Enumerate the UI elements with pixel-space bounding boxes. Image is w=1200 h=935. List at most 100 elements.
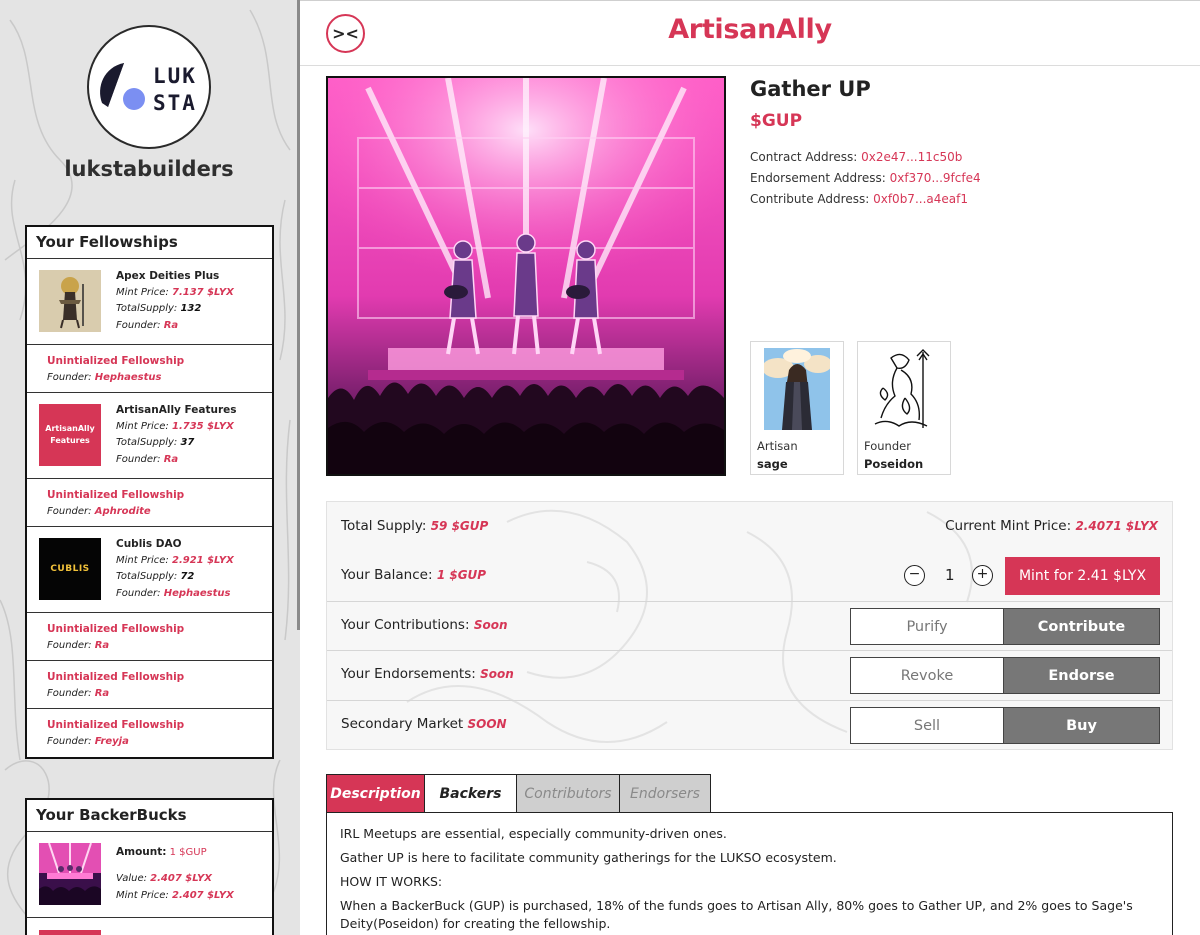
balance-value: 1 $GUP: [436, 568, 487, 582]
tab-endorsers[interactable]: Endorsers: [619, 774, 711, 813]
fellowship-card[interactable]: ArtisanAlly Features ArtisanAlly Feature…: [27, 393, 272, 479]
fellowship-title: Unintialized Fellowship: [47, 623, 185, 635]
fellowship-card-uninitialized[interactable]: Unintialized Fellowship Founder: Hephaes…: [27, 345, 272, 393]
buy-button[interactable]: Buy: [1004, 708, 1159, 743]
description-paragraph: HOW IT WORKS:: [340, 874, 443, 889]
contract-address-label: Contract Address:: [750, 150, 858, 164]
mint-quantity: 1: [945, 566, 955, 584]
total-supply-label: Total Supply:: [341, 518, 427, 534]
backerbuck-thumbnail: [39, 930, 101, 935]
token-stats-panel: Total Supply: 59 $GUP Current Mint Price…: [326, 501, 1173, 750]
value-value: 2.407 $LYX: [150, 873, 212, 884]
mint-price-label: Mint Price:: [116, 890, 169, 901]
row-divider: [327, 650, 1172, 651]
fellowships-panel: Your Fellowships Apex Deities Plus Mint …: [25, 225, 274, 759]
decrease-quantity-button[interactable]: −: [904, 565, 925, 586]
mint-price-value: 2.407 $LYX: [171, 890, 234, 901]
purify-button[interactable]: Purify: [851, 609, 1004, 644]
fellowship-info: Apex Deities Plus Mint Price: 7.137 $LYX…: [116, 268, 234, 334]
endorsement-address-link[interactable]: 0xf370...9fcfe4: [890, 171, 981, 185]
market-actions: Sell Buy: [850, 707, 1160, 744]
fellowship-title: Unintialized Fellowship: [47, 489, 185, 501]
backerbuck-card[interactable]: Amount: 1 $GUP Value: 2.407 $LYX Mint Pr…: [27, 832, 272, 918]
tab-backers[interactable]: Backers: [424, 774, 516, 813]
founder-label: Founder:: [47, 505, 92, 517]
mint-price-label: Mint Price:: [116, 554, 169, 566]
backerbuck-card[interactable]: [27, 918, 272, 935]
main-content: >< ArtisanAlly Gather UP $GUP Contract A…: [300, 0, 1200, 935]
balance-row: Your Balance: 1 $GUP: [341, 567, 486, 583]
endorsement-actions: Revoke Endorse: [850, 657, 1160, 694]
backerbucks-panel: Your BackerBucks Amount: 1 $GUP Value: 2…: [25, 798, 274, 935]
contribution-actions: Purify Contribute: [850, 608, 1160, 645]
supply-label: TotalSupply:: [116, 303, 178, 314]
sidebar: LUK STA lukstabuilders Your Fellowships …: [0, 0, 300, 935]
contribute-button[interactable]: Contribute: [1004, 609, 1159, 644]
fellowship-thumbnail: CUBLIS: [39, 538, 101, 600]
supply-value: 37: [180, 437, 195, 448]
endorsements-row: Your Endorsements: Soon: [341, 666, 514, 682]
fellowship-card-uninitialized[interactable]: Unintialized Fellowship Founder: Ra: [27, 613, 272, 661]
increase-quantity-button[interactable]: +: [972, 565, 993, 586]
token-artwork[interactable]: [326, 76, 726, 476]
founder-value: Aphrodite: [94, 505, 151, 517]
founder-label: Founder:: [47, 371, 92, 383]
founder-label: Founder:: [116, 453, 161, 465]
description-paragraph: When a BackerBuck (GUP) is purchased, 18…: [340, 898, 1133, 931]
detail-tabs: Description Backers Contributors Endorse…: [326, 774, 711, 813]
founder-value: Freyja: [94, 735, 129, 747]
fellowship-card-uninitialized[interactable]: Unintialized Fellowship Founder: Freyja: [27, 709, 272, 757]
row-divider: [327, 601, 1172, 602]
contract-address-link[interactable]: 0x2e47...11c50b: [861, 150, 962, 164]
token-name: Gather UP: [750, 77, 871, 101]
thumbnail-text: CUBLIS: [50, 564, 90, 574]
endorse-button[interactable]: Endorse: [1004, 658, 1159, 693]
endorsement-address-row: Endorsement Address: 0xf370...9fcfe4: [750, 171, 981, 185]
mint-price-value: 2.921 $LYX: [171, 554, 234, 566]
fellowship-card[interactable]: Apex Deities Plus Mint Price: 7.137 $LYX…: [27, 259, 272, 345]
fellowship-title: Unintialized Fellowship: [47, 719, 185, 731]
backerbuck-thumbnail: [39, 843, 101, 905]
org-name: lukstabuilders: [64, 157, 234, 181]
fellowship-card-uninitialized[interactable]: Unintialized Fellowship Founder: Ra: [27, 661, 272, 709]
endorsements-value: Soon: [480, 667, 514, 681]
founder-role: Founder: [864, 439, 911, 453]
fellowship-card-uninitialized[interactable]: Unintialized Fellowship Founder: Aphrodi…: [27, 479, 272, 527]
tab-contributors[interactable]: Contributors: [516, 774, 619, 813]
sell-button[interactable]: Sell: [851, 708, 1004, 743]
mint-price-value: 7.137 $LYX: [171, 286, 234, 298]
founder-label: Founder:: [116, 587, 161, 599]
artisan-name: sage: [757, 457, 788, 471]
mint-button[interactable]: Mint for 2.41 $LYX: [1005, 557, 1160, 595]
org-logo[interactable]: LUK STA: [87, 25, 211, 149]
description-panel: IRL Meetups are essential, especially co…: [326, 812, 1173, 935]
founder-avatar: [871, 348, 937, 430]
supply-label: TotalSupply:: [116, 571, 178, 582]
tab-description[interactable]: Description: [326, 774, 424, 813]
fellowship-title: Unintialized Fellowship: [47, 671, 185, 683]
founder-card[interactable]: Founder Poseidon: [857, 341, 951, 475]
secondary-market-row: Secondary Market SOON: [341, 716, 507, 732]
current-mint-price-row: Current Mint Price: 2.4071 $LYX: [945, 518, 1158, 534]
contribute-address-link[interactable]: 0xf0b7...a4eaf1: [873, 192, 968, 206]
total-supply-value: 59 $GUP: [430, 519, 489, 533]
revoke-button[interactable]: Revoke: [851, 658, 1004, 693]
fellowship-thumbnail: [39, 270, 101, 332]
founder-value: Ra: [163, 319, 179, 331]
fellowship-card[interactable]: CUBLIS Cublis DAO Mint Price: 2.921 $LYX…: [27, 527, 272, 613]
fellowship-info: Cublis DAO Mint Price: 2.921 $LYX TotalS…: [116, 536, 234, 602]
contributions-row: Your Contributions: Soon: [341, 617, 508, 633]
founder-label: Founder:: [47, 639, 92, 651]
mint-price-label: Mint Price:: [116, 286, 169, 298]
secondary-market-value: SOON: [467, 717, 507, 731]
row-divider: [327, 700, 1172, 701]
backerbuck-info: Amount: 1 $GUP Value: 2.407 $LYX Mint Pr…: [116, 844, 234, 904]
contract-address-row: Contract Address: 0x2e47...11c50b: [750, 150, 962, 164]
artisan-role: Artisan: [757, 439, 798, 453]
founder-value: Hephaestus: [94, 371, 162, 383]
endorsement-address-label: Endorsement Address:: [750, 171, 886, 185]
endorsements-label: Your Endorsements:: [341, 666, 476, 682]
fellowship-thumbnail: ArtisanAlly Features: [39, 404, 101, 466]
logo-text: LUK STA: [153, 64, 197, 115]
artisan-card[interactable]: Artisan sage: [750, 341, 844, 475]
